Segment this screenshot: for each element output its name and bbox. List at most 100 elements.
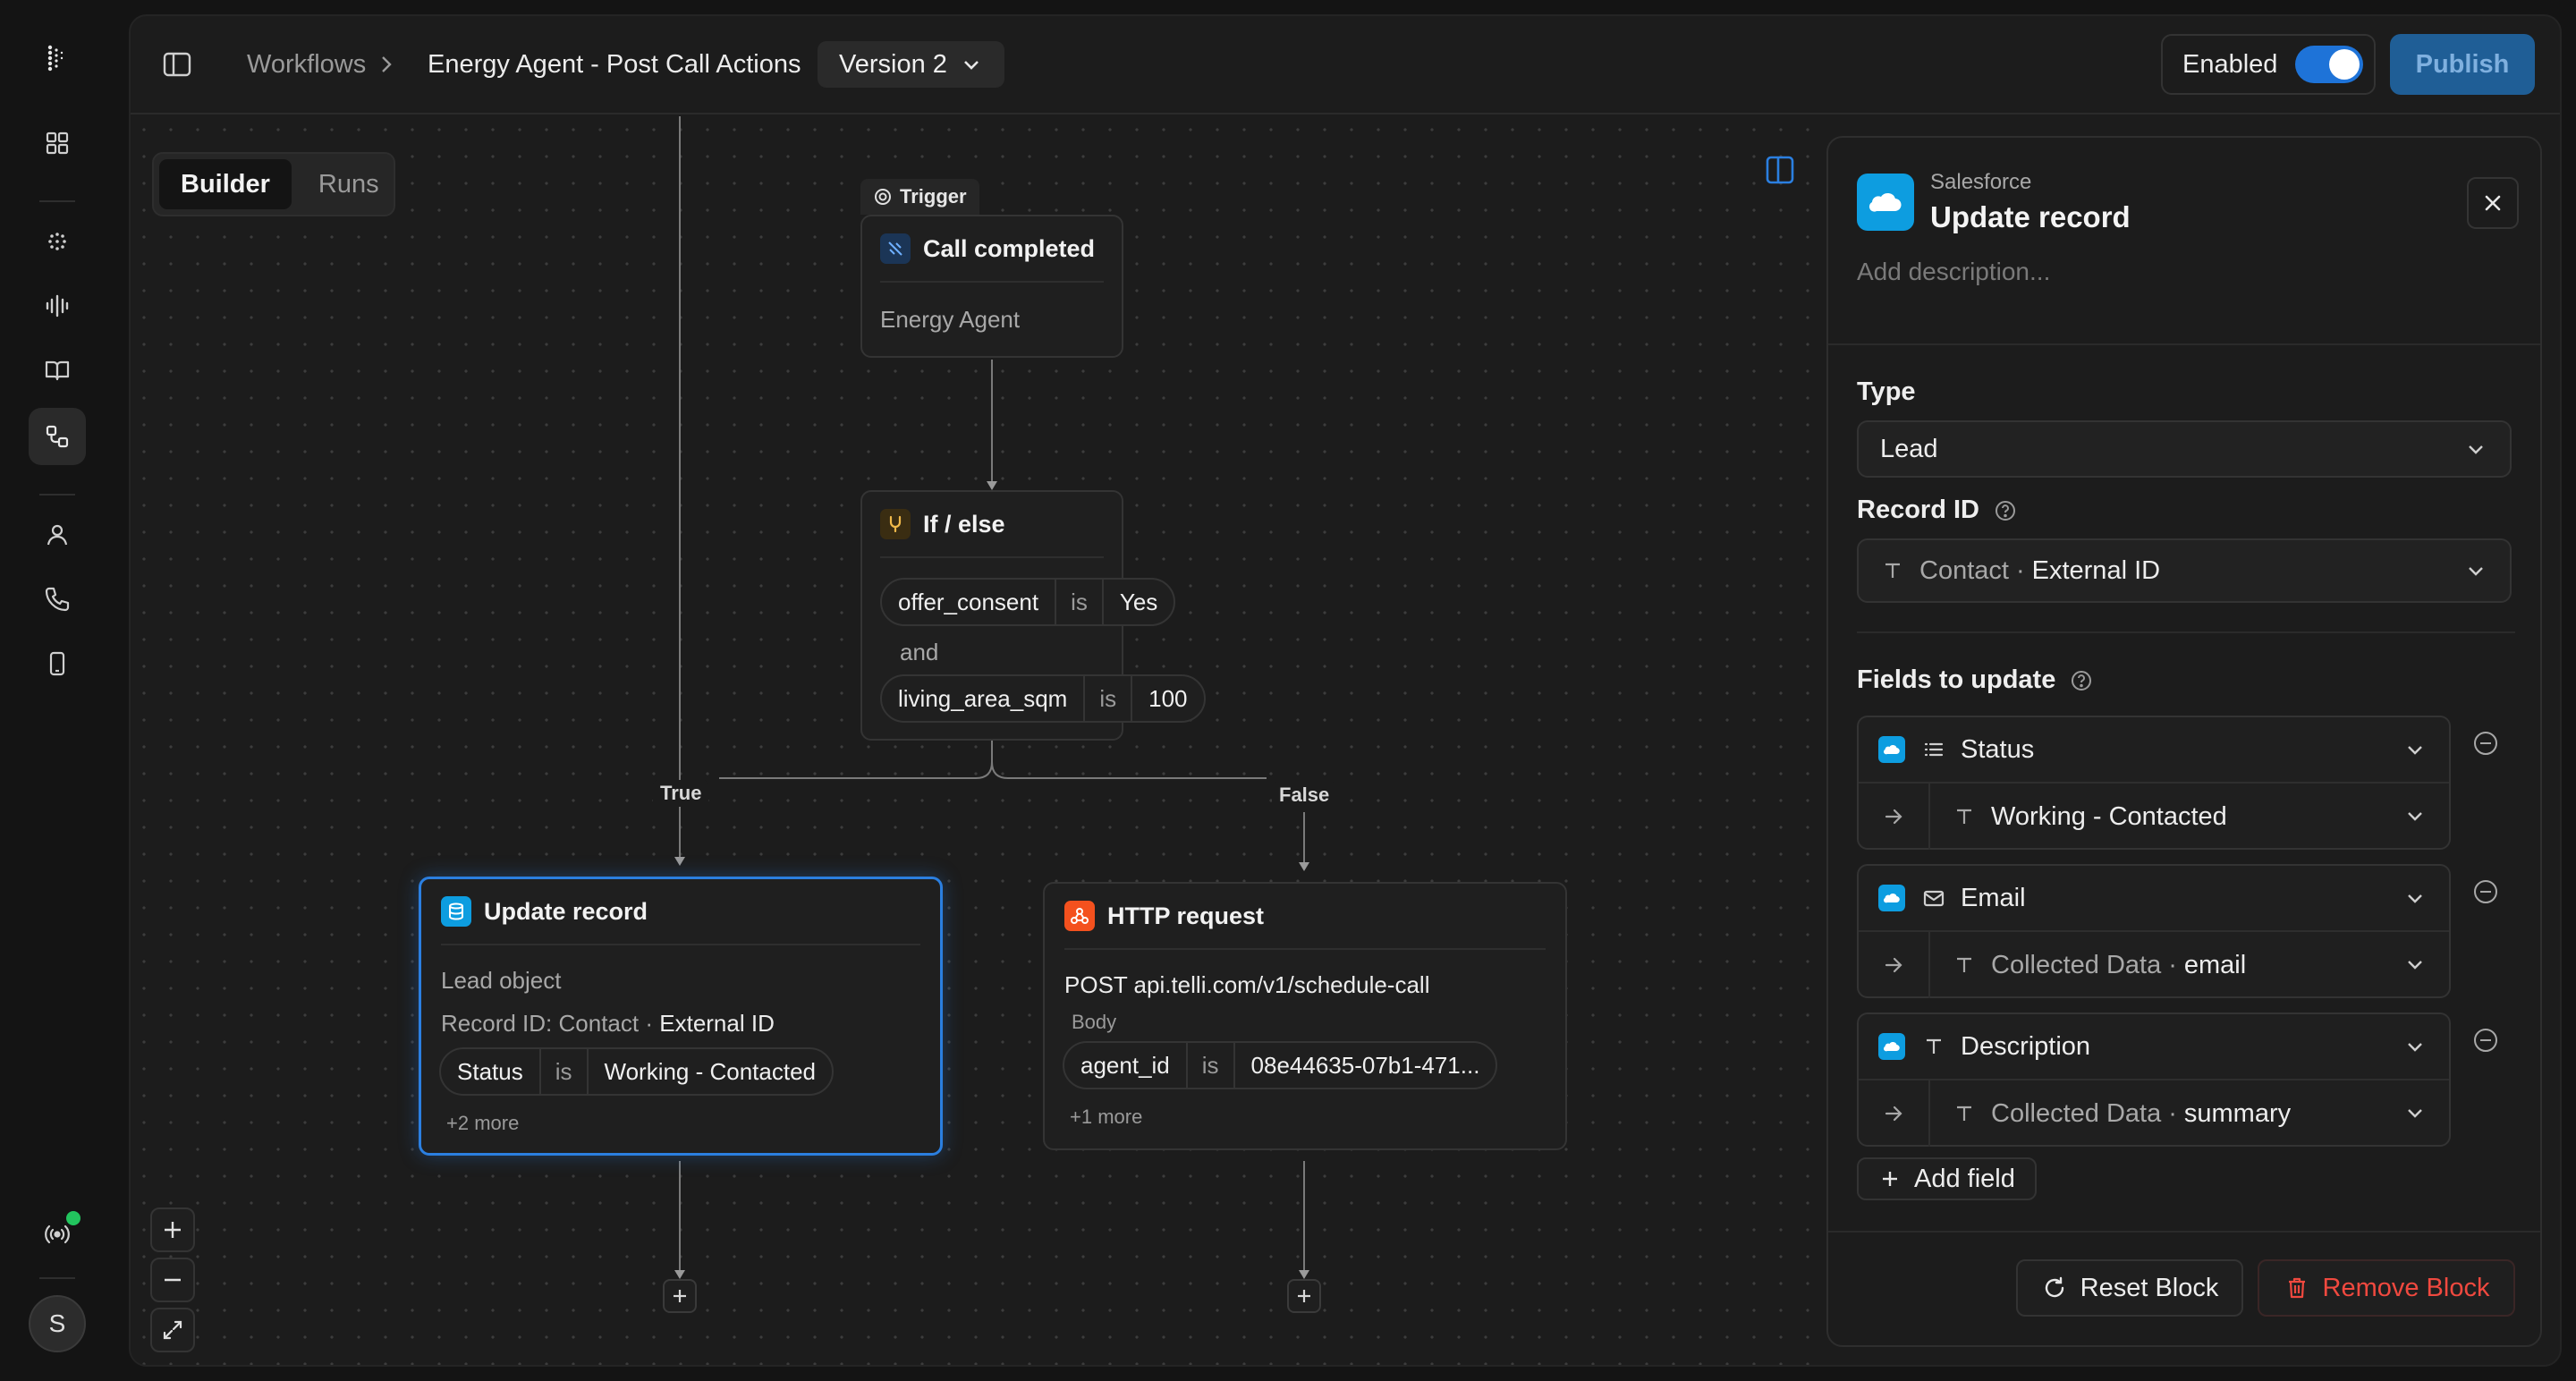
database-icon [441, 896, 471, 927]
user-avatar[interactable]: S [29, 1295, 86, 1352]
help-icon[interactable] [1994, 499, 2017, 522]
chevron-down-icon [2469, 567, 2483, 576]
type-select[interactable]: Lead [1857, 420, 2512, 478]
sidebar-toggle-icon[interactable] [159, 47, 195, 82]
block-provider: Salesforce [1930, 170, 2032, 194]
webhook-icon [1064, 901, 1095, 931]
update-record-node[interactable]: Update record Lead object Record ID: Con… [419, 877, 943, 1156]
nav-agents[interactable] [29, 213, 86, 270]
remove-field-icon[interactable] [2472, 1027, 2499, 1054]
enabled-label: Enabled [2182, 49, 2278, 79]
http-node-request: POST api.telli.com/v1/schedule-call [1064, 971, 1430, 998]
nav-calls[interactable] [29, 571, 86, 628]
nav-voice[interactable] [29, 277, 86, 335]
value-select[interactable]: Working - Contacted [1859, 784, 2449, 850]
nav-dashboard[interactable] [29, 114, 86, 172]
salesforce-icon [1878, 736, 1905, 763]
ifelse-title: If / else [923, 510, 1005, 538]
value-select[interactable]: Collected Data · email [1859, 932, 2449, 998]
nav-workflows[interactable] [29, 408, 86, 465]
text-type-icon [1927, 1038, 1941, 1054]
reset-icon [2045, 1276, 2063, 1298]
type-label: Type [1857, 377, 1916, 406]
update-node-more[interactable]: +2 more [446, 1112, 519, 1135]
block-title: Update record [1930, 200, 2131, 233]
remove-block-button[interactable]: Remove Block [2258, 1259, 2515, 1317]
workflow-canvas[interactable]: Builder Runs True False Trigger Call com… [131, 116, 1821, 1365]
description-input[interactable]: Add description... [1857, 258, 2050, 286]
app-logo[interactable] [29, 29, 86, 86]
text-type-icon [1957, 957, 1971, 972]
text-type-icon [1885, 563, 1900, 578]
condition-pill[interactable]: living_area_sqm is 100 [880, 674, 1206, 723]
edge-label-true: True [653, 780, 709, 807]
zoom-in-button[interactable] [150, 1207, 195, 1252]
left-rail: S [0, 0, 114, 1381]
field-mapping-email: Email Collected Data · email [1857, 864, 2451, 998]
edge-label-false: False [1272, 782, 1337, 809]
value-select[interactable]: Collected Data · summary [1859, 1080, 2449, 1147]
user-icon [47, 524, 68, 546]
nav-devices[interactable] [29, 635, 86, 692]
http-node-more[interactable]: +1 more [1070, 1106, 1142, 1129]
plus-icon [674, 1290, 686, 1302]
phone-icon [45, 587, 70, 612]
remove-field-icon[interactable] [2472, 878, 2499, 905]
field-condition-pill[interactable]: Status is Working - Contacted [439, 1047, 835, 1096]
text-type-icon [1957, 1106, 1971, 1121]
salesforce-logo-icon [1857, 174, 1914, 231]
field-select[interactable]: Email [1859, 866, 2449, 932]
update-node-title: Update record [484, 897, 648, 925]
broadcast-icon [45, 1224, 70, 1244]
chevron-down-icon [2408, 746, 2422, 755]
arrow-right-icon [1885, 957, 1902, 973]
condition-pill[interactable]: offer_consent is Yes [880, 578, 1176, 626]
publish-button[interactable]: Publish [2390, 34, 2535, 95]
field-select[interactable]: Description [1859, 1014, 2449, 1080]
enabled-toggle-group: Enabled [2161, 34, 2376, 95]
nav-knowledge[interactable] [29, 342, 86, 399]
fields-to-update-label: Fields to update [1857, 665, 2093, 695]
workflow-icon [46, 425, 69, 448]
trigger-tag: Trigger [860, 179, 979, 215]
add-step-button[interactable] [1287, 1279, 1321, 1313]
chevron-right-icon [382, 56, 392, 72]
trigger-node[interactable]: Call completed Energy Agent [860, 215, 1123, 358]
telli-logo-icon [47, 45, 64, 72]
breadcrumb-workflow-name[interactable]: Energy Agent - Post Call Actions [428, 47, 801, 82]
ifelse-node[interactable]: If / else offer_consent is Yes and livin… [860, 490, 1206, 741]
add-step-button[interactable] [663, 1279, 697, 1313]
close-panel-button[interactable] [2467, 177, 2519, 229]
zoom-out-button[interactable] [150, 1258, 195, 1302]
main-panel: Workflows Energy Agent - Post Call Actio… [129, 14, 2562, 1367]
fit-view-button[interactable] [150, 1308, 195, 1352]
plus-icon [1883, 1172, 1897, 1186]
enabled-toggle[interactable] [2295, 46, 2364, 83]
text-type-icon [1957, 809, 1971, 824]
remove-field-icon[interactable] [2472, 730, 2499, 757]
breadcrumb-workflows[interactable]: Workflows [247, 47, 366, 82]
waveform-icon [46, 294, 69, 318]
body-param-pill[interactable]: agent_id is 08e44635-07b1-471... [1063, 1041, 1498, 1089]
dashboard-grid-icon [46, 131, 69, 155]
update-node-object: Lead object [441, 967, 562, 994]
list-icon [1924, 742, 1944, 757]
add-field-button[interactable]: Add field [1857, 1157, 2037, 1200]
nav-contacts[interactable] [29, 506, 86, 563]
version-dropdown[interactable]: Version 2 [818, 41, 1004, 88]
chevron-down-icon [2469, 445, 2483, 454]
top-bar: Workflows Energy Agent - Post Call Actio… [131, 16, 2560, 114]
field-select[interactable]: Status [1859, 717, 2449, 784]
reset-block-button[interactable]: Reset Block [2016, 1259, 2243, 1317]
record-id-label: Record ID [1857, 496, 2017, 525]
trigger-title: Call completed [923, 234, 1096, 262]
record-id-select[interactable]: Contact · External ID [1857, 538, 2512, 603]
help-icon[interactable] [2070, 669, 2093, 692]
expand-icon [163, 1320, 182, 1340]
target-icon [875, 189, 891, 205]
chevron-down-icon [2408, 812, 2422, 821]
http-node-title: HTTP request [1107, 902, 1265, 929]
book-icon [45, 360, 70, 381]
salesforce-icon [1878, 885, 1905, 911]
http-request-node[interactable]: HTTP request POST api.telli.com/v1/sched… [1043, 882, 1567, 1150]
